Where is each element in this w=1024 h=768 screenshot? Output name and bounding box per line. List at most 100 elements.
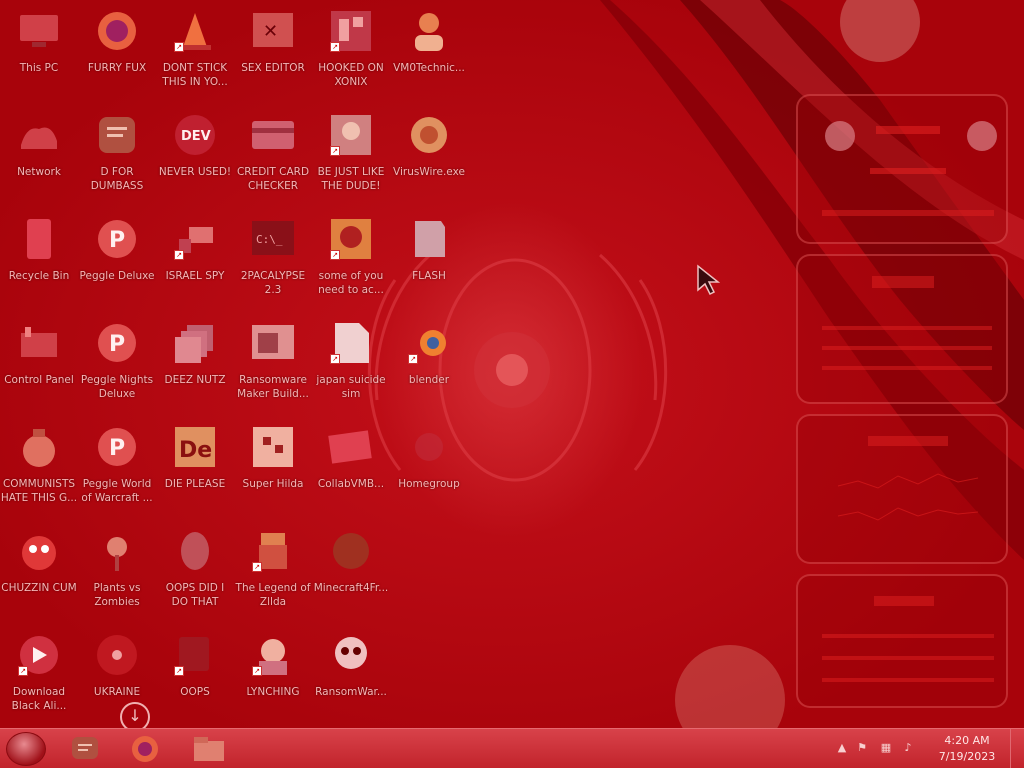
firefox-icon (132, 736, 158, 762)
desktop-icon-viruswire[interactable]: VirusWire.exe (390, 108, 468, 208)
icon-label: NEVER USED! (158, 166, 232, 178)
desktop-icon-oops[interactable]: ↗ OOPS (156, 628, 234, 728)
icon-label: Peggle World of Warcraft ... (81, 478, 153, 504)
volume-icon[interactable]: ♪ (900, 741, 916, 757)
desktop-icon-israel-spy[interactable]: ↗ ISRAEL SPY (156, 212, 234, 312)
icon-label: blender (408, 374, 450, 386)
network-widget-graphic (837, 436, 979, 521)
peggle-icon: P (94, 320, 140, 366)
taskbar: ▲ ⚑ ▦ ♪ 4:20 AM 7/19/2023 (0, 728, 1024, 768)
flash-icon (406, 216, 452, 262)
desktop-icon-recycle-bin[interactable]: Recycle Bin (0, 212, 78, 312)
desktop-icon-this-pc[interactable]: This PC (0, 4, 78, 104)
desktop-icon-control-panel[interactable]: Control Panel (0, 316, 78, 416)
desktop-icon-peggle-deluxe[interactable]: P Peggle Deluxe (78, 212, 156, 312)
show-desktop-button[interactable] (1010, 729, 1024, 768)
show-hidden-icons-icon[interactable]: ▲ (834, 741, 850, 757)
desktop-icon-japan-suicide-sim[interactable]: ↗ japan suicide sim (312, 316, 390, 416)
peggle-icon: P (94, 216, 140, 262)
network-tray-icon[interactable]: ▦ (878, 741, 894, 757)
virus-icon (406, 112, 452, 158)
desktop-icon-super-hilda[interactable]: Super Hilda (234, 420, 312, 520)
icon-label: The Legend of Zllda (235, 582, 311, 608)
system-monitor-gadget (796, 94, 1008, 708)
taskbar-pinned-folder[interactable] (182, 732, 236, 766)
desktop-icon-lynching[interactable]: ↗ LYNCHING (234, 628, 312, 728)
money-bag-icon (16, 424, 62, 470)
desktop-icon-collabvm[interactable]: CollabVMB... (312, 420, 390, 520)
clock-time[interactable]: 4:20 AM (932, 734, 1002, 747)
terminal-icon: C:\_ (250, 216, 296, 262)
icon-label: Minecraft4Fr... (313, 582, 389, 594)
icon-label: UKRAINE (93, 686, 141, 698)
desktop-icon-communists[interactable]: COMMUNISTS HATE THIS G... (0, 420, 78, 520)
clock-date[interactable]: 7/19/2023 (932, 750, 1002, 763)
taskbar-pinned-chat-document[interactable] (58, 732, 112, 766)
desktop-icon-vm0technic[interactable]: VM0Technic... (390, 4, 468, 104)
icon-label: Homegroup (398, 478, 460, 490)
desktop-icon-some-of-you[interactable]: ↗ some of you need to ac... (312, 212, 390, 312)
start-button[interactable] (6, 732, 46, 766)
svg-text:De: De (179, 438, 212, 463)
icon-label: some of you need to ac... (318, 270, 384, 296)
icon-label: 2PACALYPSE 2.3 (240, 270, 306, 296)
desktop-icon-homegroup[interactable]: Homegroup (390, 420, 468, 520)
desktop-icon-credit-card-checker[interactable]: CREDIT CARD CHECKER (234, 108, 312, 208)
action-center-flag-icon[interactable]: ⚑ (854, 741, 870, 757)
desktop-icon-network[interactable]: Network (0, 108, 78, 208)
desktop-icon-2pacalypse[interactable]: C:\_ 2PACALYPSE 2.3 (234, 212, 312, 312)
spy-icon: ↗ (172, 216, 218, 262)
window-icon (250, 320, 296, 366)
icon-label: HOOKED ON XONIX (318, 62, 384, 88)
taskbar-pinned-firefox[interactable] (118, 732, 172, 766)
folder-icon (194, 737, 224, 761)
desktop-icon-peggle-nights[interactable]: P Peggle Nights Deluxe (78, 316, 156, 416)
desktop-icon-be-just-like-the-dude[interactable]: ↗ BE JUST LIKE THE DUDE! (312, 108, 390, 208)
desktop-icon-furry-fux[interactable]: FURRY FUX (78, 4, 156, 104)
desktop-icon-dont-stick[interactable]: ↗ DONT STICK THIS IN YO... (156, 4, 234, 104)
credit-card-icon (250, 112, 296, 158)
icon-label: Network (17, 166, 61, 178)
icon-label: Ransomware Maker Build... (237, 374, 309, 400)
desktop-icon-oops-did-i-do-that[interactable]: OOPS DID I DO THAT (156, 524, 234, 624)
system-tray: ▲ ⚑ ▦ ♪ 4:20 AM 7/19/2023 (834, 729, 1024, 768)
character-icon: ↗ (250, 632, 296, 678)
icon-label: OOPS DID I DO THAT (165, 582, 225, 608)
desktop-icon-sex-editor[interactable]: ✕ SEX EDITOR (234, 4, 312, 104)
screen-icon (328, 424, 374, 470)
desktop-icon-zllda[interactable]: ↗ The Legend of Zllda (234, 524, 312, 624)
person-icon (406, 8, 452, 54)
dev-badge-icon: DEV (172, 112, 218, 158)
stack-icon (172, 320, 218, 366)
desktop-icon-blender[interactable]: ↗ blender (390, 316, 468, 416)
icon-label: japan suicide sim (316, 374, 386, 400)
app-icon: ↗ (172, 632, 218, 678)
icon-label: LYNCHING (246, 686, 300, 698)
de-logo-icon: De (172, 424, 218, 470)
homegroup-icon (406, 424, 452, 470)
desktop-icon-ransomware-maker[interactable]: Ransomware Maker Build... (234, 316, 312, 416)
desktop-icon-peggle-wow[interactable]: P Peggle World of Warcraft ... (78, 420, 156, 520)
desktop-icon-chuzzin[interactable]: CHUZZIN CUM (0, 524, 78, 624)
svg-text:C:\_: C:\_ (256, 233, 283, 246)
desktop-icon-minecraft4fr[interactable]: Minecraft4Fr... (312, 524, 390, 624)
desktop-icon-plants-vs-zombies[interactable]: Plants vs Zombies (78, 524, 156, 624)
desktop-icon-d-for-dumbass[interactable]: D FOR DUMBASS (78, 108, 156, 208)
icon-label: FURRY FUX (87, 62, 147, 74)
desktop-icon-flash[interactable]: FLASH (390, 212, 468, 312)
desktop-icon-download-black-ali[interactable]: ↗ Download Black Ali... (0, 628, 78, 728)
arrow-down-icon[interactable]: ↓ (120, 702, 150, 728)
desktop-icon-die-please[interactable]: De DIE PLEASE (156, 420, 234, 520)
icon-label: FLASH (412, 270, 446, 282)
cpu-widget-graphic (822, 121, 997, 216)
cpu-widget (796, 94, 1008, 244)
document-icon (94, 112, 140, 158)
recycle-bin-icon (16, 216, 62, 262)
icon-label: CollabVMB... (317, 478, 385, 490)
desktop-icon-hooked-on-xonix[interactable]: ↗ HOOKED ON XONIX (312, 4, 390, 104)
icon-label: ISRAEL SPY (165, 270, 225, 282)
mouse-cursor-icon (697, 264, 721, 296)
desktop-icon-ransomwar[interactable]: RansomWar... (312, 628, 390, 728)
desktop-icon-never-used[interactable]: DEV NEVER USED! (156, 108, 234, 208)
desktop-icon-deez-nutz[interactable]: DEEZ NUTZ (156, 316, 234, 416)
